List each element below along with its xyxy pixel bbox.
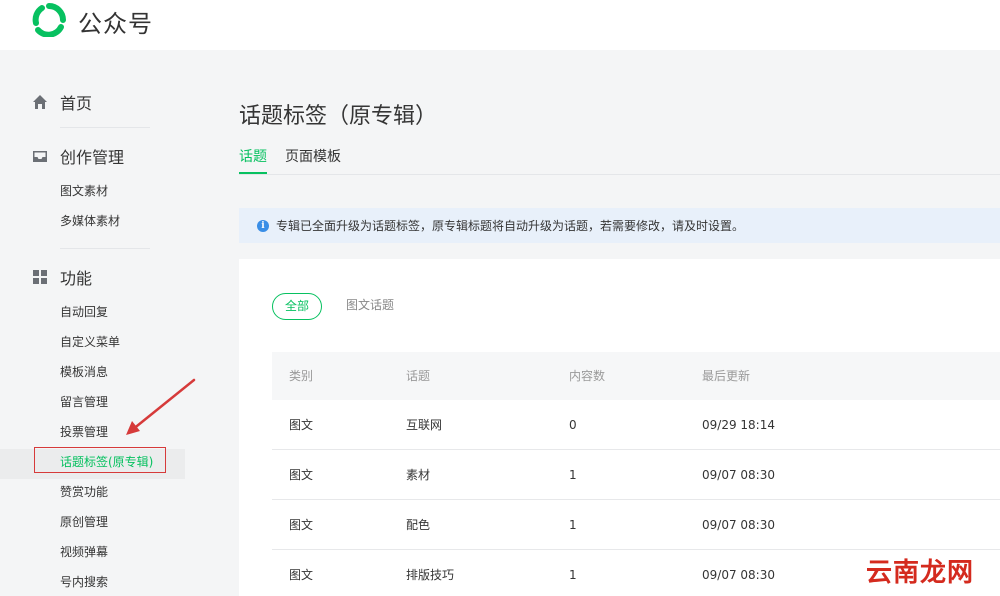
sidebar-group-content[interactable]: 创作管理 [32, 144, 124, 168]
sidebar-group-label: 创作管理 [60, 148, 125, 167]
sidebar-item-home[interactable]: 首页 [32, 90, 92, 114]
sidebar-item-appreciation[interactable]: 赞赏功能 [60, 483, 108, 501]
cell-count: 1 [569, 518, 577, 532]
filter-article-topics-button[interactable]: 图文话题 [335, 293, 405, 320]
sidebar-item-template-message[interactable]: 模板消息 [60, 363, 108, 381]
divider [60, 127, 150, 128]
table-row[interactable]: 图文 素材 1 09/07 08:30 [272, 450, 1000, 500]
sidebar-item-custom-menu[interactable]: 自定义菜单 [60, 333, 120, 351]
annotation-arrow-icon [126, 378, 196, 435]
sidebar-item-in-account-search[interactable]: 号内搜索 [60, 573, 108, 591]
cell-category: 图文 [289, 518, 314, 532]
cell-category: 图文 [289, 568, 314, 582]
home-icon [32, 94, 48, 110]
sidebar: 首页 创作管理 图文素材 多媒体素材 功能 自动回复 自定义菜单 模板消息 留言… [0, 50, 215, 596]
sidebar-item-media[interactable]: 多媒体素材 [60, 212, 120, 230]
filter-all-button[interactable]: 全部 [272, 293, 322, 320]
cell-topic: 素材 [406, 468, 431, 482]
sidebar-item-label: 首页 [60, 94, 93, 113]
sidebar-item-comments[interactable]: 留言管理 [60, 393, 108, 411]
tab-page-templates[interactable]: 页面模板 [285, 146, 341, 174]
cell-topic: 排版技巧 [406, 568, 455, 582]
wechat-official-account-logo-icon[interactable] [32, 3, 66, 37]
cell-updated: 09/07 08:30 [702, 568, 775, 582]
app-name: 公众号 [78, 10, 153, 38]
page-title: 话题标签（原专辑） [239, 104, 438, 129]
cell-count: 1 [569, 468, 577, 482]
sidebar-item-video-danmaku[interactable]: 视频弹幕 [60, 543, 108, 561]
notice-banner: i 专辑已全面升级为话题标签，原专辑标题将自动升级为话题，若需要修改，请及时设置… [239, 208, 1000, 243]
cell-count: 0 [569, 418, 577, 432]
column-header-category: 类别 [289, 369, 314, 383]
sidebar-item-articles[interactable]: 图文素材 [60, 182, 108, 200]
watermark-logo: 云南龙网 [866, 558, 975, 588]
column-header-count: 内容数 [569, 369, 606, 383]
inbox-icon [32, 148, 48, 164]
cell-topic: 配色 [406, 518, 431, 532]
table-header: 类别 话题 内容数 最后更新 [272, 352, 1000, 400]
tab-bar: 话题 页面模板 [239, 146, 1000, 175]
cell-topic: 互联网 [406, 418, 443, 432]
sidebar-group-label: 功能 [60, 269, 93, 288]
table-row[interactable]: 图文 配色 1 09/07 08:30 [272, 500, 1000, 550]
sidebar-item-originality[interactable]: 原创管理 [60, 513, 108, 531]
column-header-topic: 话题 [406, 369, 431, 383]
topic-panel: 全部 图文话题 类别 话题 内容数 最后更新 图文 互联网 0 09/29 18… [239, 259, 1000, 596]
annotation-highlight-box [34, 447, 166, 473]
cell-category: 图文 [289, 468, 314, 482]
cell-count: 1 [569, 568, 577, 582]
divider [60, 248, 150, 249]
info-icon: i [257, 219, 269, 232]
cell-updated: 09/29 18:14 [702, 418, 775, 432]
grid-icon [32, 269, 48, 285]
cell-category: 图文 [289, 418, 314, 432]
sidebar-group-features[interactable]: 功能 [32, 265, 92, 289]
top-bar: 公众号 [0, 0, 1000, 50]
tab-topics[interactable]: 话题 [239, 146, 267, 174]
column-header-updated: 最后更新 [702, 369, 751, 383]
cell-updated: 09/07 08:30 [702, 468, 775, 482]
sidebar-item-votes[interactable]: 投票管理 [60, 423, 108, 441]
sidebar-item-auto-reply[interactable]: 自动回复 [60, 303, 108, 321]
main-content: 话题标签（原专辑） 话题 页面模板 i 专辑已全面升级为话题标签，原专辑标题将自… [215, 50, 1000, 596]
notice-text: 专辑已全面升级为话题标签，原专辑标题将自动升级为话题，若需要修改，请及时设置。 [276, 219, 745, 233]
table-row[interactable]: 图文 互联网 0 09/29 18:14 [272, 400, 1000, 450]
cell-updated: 09/07 08:30 [702, 518, 775, 532]
